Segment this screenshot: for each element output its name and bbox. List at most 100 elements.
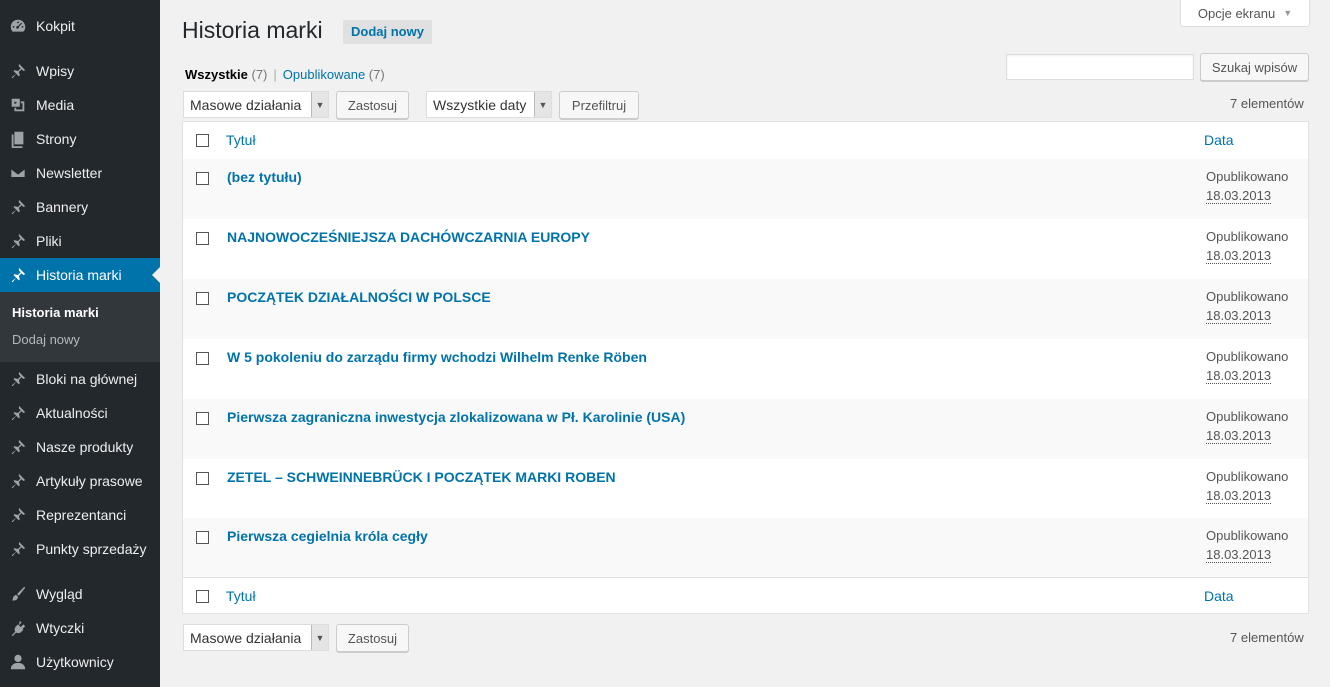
- view-all-count: (7): [251, 67, 268, 82]
- menu-item-wtyczki[interactable]: Wtyczki: [0, 611, 160, 645]
- view-all-link[interactable]: Wszystkie (7): [185, 67, 267, 82]
- menu-label: Użytkownicy: [36, 654, 114, 670]
- pin-icon: [8, 437, 28, 457]
- row-date: 18.03.2013: [1206, 488, 1272, 504]
- search-button[interactable]: Szukaj wpisów: [1200, 53, 1309, 81]
- menu-item-artykuly[interactable]: Artykuły prasowe: [0, 464, 160, 498]
- bulk-actions-select-bottom[interactable]: Masowe działania ▼: [183, 624, 329, 651]
- menu-item-aktualnosci[interactable]: Aktualności: [0, 396, 160, 430]
- screen-options-label: Opcje ekranu: [1197, 5, 1276, 21]
- menu-label: Wpisy: [36, 63, 75, 79]
- menu-label: Historia marki: [36, 267, 122, 283]
- menu-item-strony[interactable]: Strony: [0, 122, 160, 156]
- view-published-label: Opublikowane: [282, 67, 366, 82]
- pin-icon: [8, 231, 28, 251]
- row-title-link[interactable]: Pierwsza zagraniczna inwestycja zlokaliz…: [227, 409, 685, 425]
- menu-label: Strony: [36, 131, 77, 147]
- add-new-button[interactable]: Dodaj nowy: [343, 20, 432, 44]
- row-date: 18.03.2013: [1206, 428, 1272, 444]
- table-row: W 5 pokoleniu do zarządu firmy wchodzi W…: [183, 339, 1308, 399]
- apply-button[interactable]: Zastosuj: [336, 91, 409, 119]
- row-date: 18.03.2013: [1206, 248, 1272, 264]
- row-title-link[interactable]: W 5 pokoleniu do zarządu firmy wchodzi W…: [227, 349, 647, 365]
- chevron-down-icon: ▼: [534, 92, 551, 117]
- chevron-down-icon: ▼: [311, 92, 328, 117]
- page-title: Historia marki: [182, 17, 323, 43]
- row-checkbox[interactable]: [196, 232, 209, 245]
- submenu-historia-marki: Historia marki Dodaj nowy: [0, 292, 160, 362]
- row-date: 18.03.2013: [1206, 368, 1272, 384]
- row-checkbox[interactable]: [196, 292, 209, 305]
- bulk-actions-value: Masowe działania: [190, 96, 302, 113]
- row-title-link[interactable]: POCZĄTEK DZIAŁALNOŚCI W POLSCE: [227, 289, 491, 305]
- row-title-link[interactable]: NAJNOWOCZEŚNIEJSZA DACHÓWCZARNIA EUROPY: [227, 229, 590, 245]
- menu-item-reprezentanci[interactable]: Reprezentanci: [0, 498, 160, 532]
- view-published-link[interactable]: Opublikowane (7): [283, 67, 385, 82]
- column-title-footer[interactable]: Tytuł: [226, 588, 256, 604]
- menu-item-kokpit[interactable]: Kokpit: [0, 9, 160, 43]
- row-checkbox[interactable]: [196, 352, 209, 365]
- row-checkbox[interactable]: [196, 412, 209, 425]
- menu-item-wyglad[interactable]: Wygląd: [0, 577, 160, 611]
- plugin-icon: [8, 618, 28, 638]
- column-date-footer[interactable]: Data: [1204, 588, 1234, 604]
- pin-icon: [8, 539, 28, 559]
- select-all-checkbox[interactable]: [196, 134, 209, 147]
- menu-item-punkty[interactable]: Punkty sprzedaży: [0, 532, 160, 566]
- table-header: Tytuł Data: [183, 122, 1308, 160]
- menu-label: Nasze produkty: [36, 439, 134, 455]
- view-separator: |: [273, 67, 277, 82]
- pin-icon: [8, 471, 28, 491]
- row-title-link[interactable]: (bez tytułu): [227, 169, 302, 185]
- user-icon: [8, 652, 28, 672]
- menu-item-newsletter[interactable]: Newsletter: [0, 156, 160, 190]
- column-title-header[interactable]: Tytuł: [226, 132, 256, 148]
- row-title-link[interactable]: Pierwsza cegielnia króla cegły: [227, 528, 428, 544]
- table-row: Pierwsza zagraniczna inwestycja zlokaliz…: [183, 399, 1308, 459]
- menu-item-media[interactable]: Media: [0, 88, 160, 122]
- row-title-link[interactable]: ZETEL – SCHWEINNEBRÜCK I POCZĄTEK MARKI …: [227, 469, 616, 485]
- search-input[interactable]: [1006, 54, 1194, 80]
- menu-item-pliki[interactable]: Pliki: [0, 224, 160, 258]
- menu-label: Pliki: [36, 233, 62, 249]
- row-checkbox[interactable]: [196, 531, 209, 544]
- submenu-item-add-new[interactable]: Dodaj nowy: [12, 332, 80, 347]
- chevron-down-icon: ▼: [311, 625, 328, 650]
- apply-button-bottom[interactable]: Zastosuj: [336, 624, 409, 652]
- posts-table: Tytuł Data (bez tytułu) Opublikowano 18.…: [182, 121, 1309, 614]
- date-filter-select[interactable]: Wszystkie daty ▼: [426, 91, 552, 118]
- pin-icon: [8, 61, 28, 81]
- dashboard-icon: [8, 16, 28, 36]
- menu-item-wpisy[interactable]: Wpisy: [0, 54, 160, 88]
- menu-item-uzytkownicy[interactable]: Użytkownicy: [0, 645, 160, 679]
- admin-sidebar: Kokpit Wpisy Media Strony Newsletter Ban…: [0, 0, 160, 687]
- menu-item-historia-marki[interactable]: Historia marki: [0, 258, 160, 292]
- row-checkbox[interactable]: [196, 172, 209, 185]
- menu-item-bloki[interactable]: Bloki na głównej: [0, 362, 160, 396]
- menu-item-bannery[interactable]: Bannery: [0, 190, 160, 224]
- row-date: 18.03.2013: [1206, 547, 1272, 563]
- table-row: (bez tytułu) Opublikowano 18.03.2013: [183, 159, 1308, 219]
- screen-options-button[interactable]: Opcje ekranu ▼: [1180, 0, 1310, 27]
- menu-item-produkty[interactable]: Nasze produkty: [0, 430, 160, 464]
- bulk-actions-value: Masowe działania: [190, 629, 302, 646]
- menu-label: Wygląd: [36, 586, 83, 602]
- filter-button[interactable]: Przefiltruj: [559, 91, 639, 119]
- table-row: POCZĄTEK DZIAŁALNOŚCI W POLSCE Opublikow…: [183, 279, 1308, 339]
- pin-icon: [8, 505, 28, 525]
- row-status: Opublikowano: [1206, 229, 1289, 244]
- row-checkbox[interactable]: [196, 472, 209, 485]
- status-filter-links: Wszystkie (7) | Opublikowane (7): [185, 67, 385, 82]
- mail-icon: [8, 163, 28, 183]
- row-date: 18.03.2013: [1206, 308, 1272, 324]
- submenu-item-all[interactable]: Historia marki: [12, 305, 99, 320]
- menu-label: Bannery: [36, 199, 89, 215]
- pin-icon: [8, 369, 28, 389]
- menu-label: Media: [36, 97, 75, 113]
- view-all-label: Wszystkie: [185, 67, 248, 82]
- menu-label: Reprezentanci: [36, 507, 127, 523]
- bulk-actions-select[interactable]: Masowe działania ▼: [183, 91, 329, 118]
- select-all-checkbox-footer[interactable]: [196, 590, 209, 603]
- table-footer: Tytuł Data: [183, 577, 1308, 615]
- column-date-header[interactable]: Data: [1204, 132, 1234, 148]
